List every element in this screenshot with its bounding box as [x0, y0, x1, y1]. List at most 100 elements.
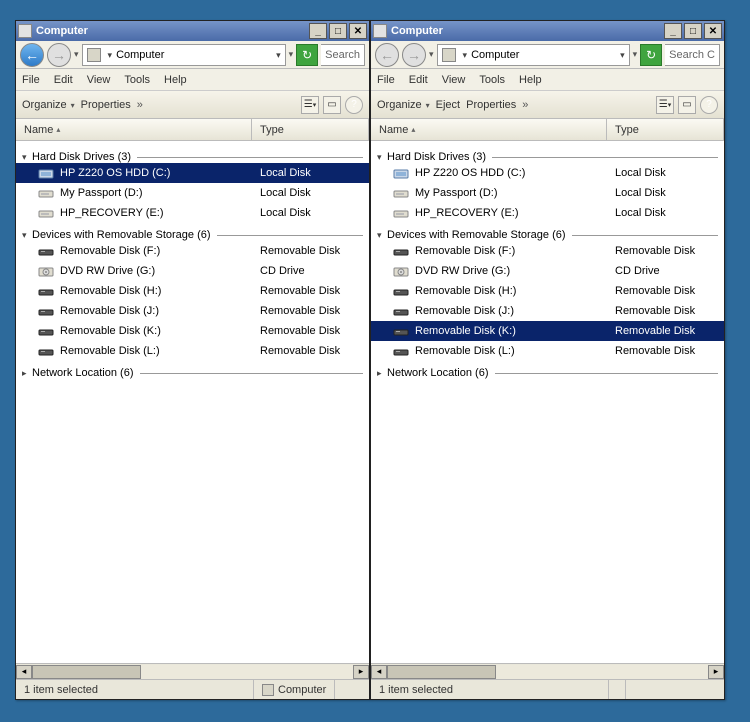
- close-button[interactable]: ✕: [349, 23, 367, 39]
- maximize-button[interactable]: □: [329, 23, 347, 39]
- explorer-window-left[interactable]: Computer _ □ ✕← → ▾ Computer ▾ ↻ SearchF…: [15, 20, 370, 700]
- organize-button[interactable]: Organize: [22, 99, 75, 111]
- help-button[interactable]: ?: [345, 96, 363, 114]
- status-location: Computer: [254, 680, 335, 699]
- scroll-right-button[interactable]: ▸: [708, 665, 724, 679]
- drive-row[interactable]: Removable Disk (K:) Removable Disk: [16, 321, 369, 341]
- group-header[interactable]: ▾ Devices with Removable Storage (6): [16, 229, 369, 241]
- drive-icon: [393, 207, 409, 219]
- drive-name: DVD RW Drive (G:): [60, 265, 260, 277]
- refresh-button[interactable]: ↻: [296, 44, 318, 66]
- drive-icon: [393, 345, 409, 357]
- overflow-icon[interactable]: [522, 99, 528, 111]
- group-header[interactable]: ▸ Network Location (6): [16, 367, 369, 379]
- properties-button[interactable]: Properties: [466, 99, 516, 111]
- back-button[interactable]: ←: [375, 43, 399, 67]
- maximize-button[interactable]: □: [684, 23, 702, 39]
- preview-pane-button[interactable]: ▭: [323, 96, 341, 114]
- refresh-button[interactable]: ↻: [640, 44, 662, 66]
- drive-row[interactable]: Removable Disk (H:) Removable Disk: [16, 281, 369, 301]
- drive-row[interactable]: Removable Disk (H:) Removable Disk: [371, 281, 724, 301]
- group-header[interactable]: ▾ Hard Disk Drives (3): [16, 151, 369, 163]
- drive-row[interactable]: My Passport (D:) Local Disk: [371, 183, 724, 203]
- status-bar: 1 item selected Computer: [16, 679, 369, 699]
- menu-edit[interactable]: Edit: [409, 74, 428, 86]
- drive-icon: [38, 305, 54, 317]
- drive-icon: [38, 325, 54, 337]
- drive-row[interactable]: Removable Disk (J:) Removable Disk: [371, 301, 724, 321]
- menu-help[interactable]: Help: [519, 74, 542, 86]
- menubar: File Edit View Tools Help: [16, 69, 369, 91]
- close-button[interactable]: ✕: [704, 23, 722, 39]
- minimize-button[interactable]: _: [664, 23, 682, 39]
- overflow-icon[interactable]: [137, 99, 143, 111]
- menu-file[interactable]: File: [377, 74, 395, 86]
- drive-type: Removable Disk: [260, 245, 369, 257]
- menu-tools[interactable]: Tools: [479, 74, 505, 86]
- drive-row[interactable]: HP Z220 OS HDD (C:) Local Disk: [16, 163, 369, 183]
- drive-row[interactable]: My Passport (D:) Local Disk: [16, 183, 369, 203]
- menu-edit[interactable]: Edit: [54, 74, 73, 86]
- column-name[interactable]: Name▴: [16, 119, 252, 140]
- drive-row[interactable]: HP Z220 OS HDD (C:) Local Disk: [371, 163, 724, 183]
- help-button[interactable]: ?: [700, 96, 718, 114]
- group-label: Network Location (6): [387, 367, 489, 379]
- eject-button[interactable]: Eject: [436, 99, 460, 111]
- column-type[interactable]: Type: [607, 119, 724, 140]
- nav-toolbar: ← → ▾ Computer ▾ ↻ Search: [16, 41, 369, 69]
- back-button[interactable]: ←: [20, 43, 44, 67]
- drive-type: Removable Disk: [260, 285, 369, 297]
- drive-row[interactable]: Removable Disk (F:) Removable Disk: [371, 241, 724, 261]
- view-button[interactable]: ☰▾: [301, 96, 319, 114]
- file-list[interactable]: ▾ Hard Disk Drives (3) HP Z220 OS HDD (C…: [16, 141, 369, 663]
- drive-row[interactable]: HP_RECOVERY (E:) Local Disk: [16, 203, 369, 223]
- view-button[interactable]: ☰▾: [656, 96, 674, 114]
- horizontal-scrollbar[interactable]: ◂ ▸: [371, 663, 724, 679]
- drive-row[interactable]: Removable Disk (K:) Removable Disk: [371, 321, 724, 341]
- titlebar[interactable]: Computer _ □ ✕: [16, 21, 369, 41]
- drive-row[interactable]: DVD RW Drive (G:) CD Drive: [371, 261, 724, 281]
- group-header[interactable]: ▸ Network Location (6): [371, 367, 724, 379]
- expand-icon: ▾: [377, 152, 387, 163]
- column-name[interactable]: Name▴: [371, 119, 607, 140]
- address-bar[interactable]: Computer: [82, 44, 286, 66]
- organize-button[interactable]: Organize: [377, 99, 430, 111]
- search-box[interactable]: Search: [321, 44, 365, 66]
- properties-button[interactable]: Properties: [81, 99, 131, 111]
- minimize-button[interactable]: _: [309, 23, 327, 39]
- drive-row[interactable]: Removable Disk (L:) Removable Disk: [16, 341, 369, 361]
- group-header[interactable]: ▾ Hard Disk Drives (3): [371, 151, 724, 163]
- search-box[interactable]: Search C: [665, 44, 720, 66]
- menu-file[interactable]: File: [22, 74, 40, 86]
- explorer-window-right[interactable]: Computer _ □ ✕← → ▾ Computer ▾ ↻ Search …: [370, 20, 725, 700]
- drive-type: Local Disk: [615, 167, 724, 179]
- drive-row[interactable]: Removable Disk (L:) Removable Disk: [371, 341, 724, 361]
- horizontal-scrollbar[interactable]: ◂ ▸: [16, 663, 369, 679]
- drive-row[interactable]: DVD RW Drive (G:) CD Drive: [16, 261, 369, 281]
- preview-pane-button[interactable]: ▭: [678, 96, 696, 114]
- group-label: Network Location (6): [32, 367, 134, 379]
- drive-row[interactable]: Removable Disk (F:) Removable Disk: [16, 241, 369, 261]
- expand-icon: ▸: [377, 368, 387, 379]
- drive-row[interactable]: Removable Disk (J:) Removable Disk: [16, 301, 369, 321]
- titlebar[interactable]: Computer _ □ ✕: [371, 21, 724, 41]
- drive-icon: [393, 187, 409, 199]
- group-label: Devices with Removable Storage (6): [387, 229, 566, 241]
- menu-help[interactable]: Help: [164, 74, 187, 86]
- scroll-left-button[interactable]: ◂: [16, 665, 32, 679]
- drive-row[interactable]: HP_RECOVERY (E:) Local Disk: [371, 203, 724, 223]
- scroll-left-button[interactable]: ◂: [371, 665, 387, 679]
- menu-view[interactable]: View: [87, 74, 111, 86]
- drive-name: Removable Disk (H:): [415, 285, 615, 297]
- scroll-right-button[interactable]: ▸: [353, 665, 369, 679]
- forward-button[interactable]: →: [47, 43, 71, 67]
- drive-icon: [38, 285, 54, 297]
- column-type[interactable]: Type: [252, 119, 369, 140]
- menu-tools[interactable]: Tools: [124, 74, 150, 86]
- forward-button[interactable]: →: [402, 43, 426, 67]
- group-header[interactable]: ▾ Devices with Removable Storage (6): [371, 229, 724, 241]
- file-list[interactable]: ▾ Hard Disk Drives (3) HP Z220 OS HDD (C…: [371, 141, 724, 663]
- address-bar[interactable]: Computer: [437, 44, 630, 66]
- menu-view[interactable]: View: [442, 74, 466, 86]
- drive-name: Removable Disk (F:): [60, 245, 260, 257]
